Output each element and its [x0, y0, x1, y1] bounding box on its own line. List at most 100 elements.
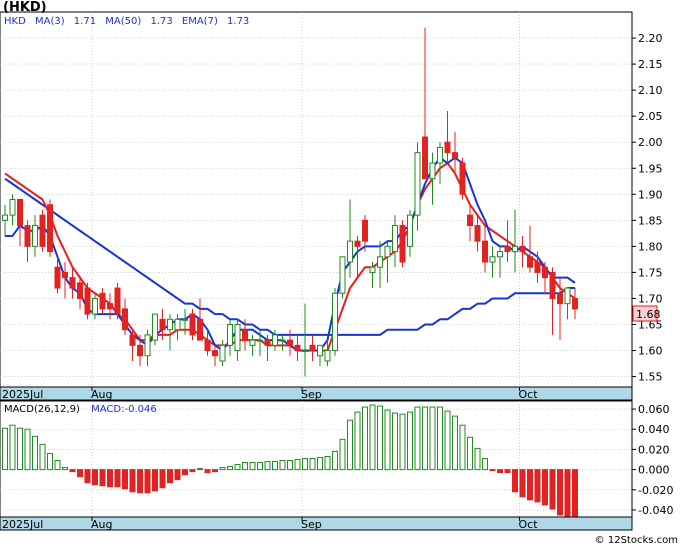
stock-chart: 1.551.601.651.701.751.801.851.901.952.00… [0, 0, 678, 546]
legend-ma50-label: MA(50) [105, 16, 141, 27]
macd-bar-positive [324, 455, 331, 471]
candle-body-up [429, 162, 436, 180]
macd-bar-negative [84, 469, 91, 484]
candle-body-down [459, 162, 466, 195]
candle-body-down [54, 266, 61, 289]
price-tick-label: 1.75 [638, 266, 663, 279]
candle-body-up [234, 324, 241, 352]
legend-ema7-value: 1.73 [227, 16, 249, 27]
price-tick-label: 2.00 [638, 136, 663, 149]
candle-body-down [47, 204, 53, 253]
macd-bar-negative [99, 469, 106, 487]
macd-bar-positive [444, 410, 451, 471]
macd-bar-negative [512, 469, 518, 493]
macd-bar-negative [189, 469, 196, 473]
macd-bar-positive [287, 460, 293, 471]
candle-body-down [212, 350, 218, 357]
candle-body-up [144, 334, 151, 357]
macd-bar-positive [227, 466, 233, 471]
candle-body-down [204, 339, 211, 352]
macd-bar-positive [2, 427, 8, 471]
macd-tick-label: 0.000 [638, 464, 670, 477]
macd-bar-negative [504, 469, 511, 474]
macd-legend: MACD(26,12,9) MACD:-0.046 [4, 404, 157, 415]
macd-bar-positive [392, 412, 398, 471]
macd-bar-negative [527, 469, 533, 501]
macd-bar-positive [354, 411, 361, 471]
credit-text: © 12Stocks.com [595, 535, 678, 546]
candle-body-down [534, 261, 541, 273]
candle-body-down [294, 344, 301, 352]
price-panel [0, 11, 633, 388]
macd-bar-positive [399, 413, 406, 471]
candle-body-up [32, 225, 38, 247]
macd-bar-negative [107, 469, 113, 488]
macd-bar-positive [264, 461, 271, 471]
candle-body-up [182, 318, 188, 321]
macd-bar-positive [62, 467, 68, 471]
candle-body-down [129, 334, 136, 346]
candle-body-up [302, 350, 308, 353]
candle-body-up [152, 313, 158, 341]
candle-body-down [137, 344, 143, 357]
macd-bar-negative [572, 469, 578, 517]
macd-bar-positive [347, 419, 353, 471]
macd-bar-positive [309, 457, 316, 471]
macd-bar-negative [174, 469, 181, 481]
candle-body-up [324, 350, 331, 362]
candle-body-down [572, 297, 578, 310]
candle-body-down [549, 271, 556, 299]
macd-bar-positive [429, 406, 436, 471]
candle-body-up [272, 334, 278, 346]
candle-body-up [497, 251, 503, 258]
candle-body-down [17, 199, 23, 227]
candle-body-up [174, 318, 181, 331]
candle-body-up [219, 344, 226, 362]
macd-bar-positive [219, 467, 226, 471]
macd-bar-negative [534, 469, 541, 503]
price-tick-label: 1.90 [638, 188, 663, 201]
macd-bar-negative [129, 469, 136, 493]
macd-tick-label: 0.020 [638, 443, 670, 456]
macd-bar-negative [152, 469, 158, 492]
macd-bar-positive [459, 424, 466, 471]
macd-bar-negative [564, 469, 571, 517]
price-legend: HKD MA(3) 1.71 MA(50) 1.73 EMA(7) 1.73 [4, 16, 249, 27]
macd-bar-negative [204, 469, 211, 474]
macd-bar-positive [332, 450, 338, 471]
candle-body-up [347, 240, 353, 263]
macd-bar-positive [467, 436, 473, 471]
price-y-axis: 1.551.601.651.701.751.801.851.901.952.00… [632, 32, 663, 384]
macd-bar-negative [542, 469, 548, 506]
candle-body-up [227, 324, 233, 346]
macd-bar-positive [482, 457, 488, 471]
macd-bar-positive [302, 457, 308, 471]
x-tick-label: Oct [519, 518, 539, 531]
candle-body-up [9, 199, 16, 216]
x-tick-label: Aug [91, 518, 112, 531]
candle-body-down [159, 318, 166, 331]
candle-body-down [354, 240, 361, 247]
price-tick-label: 1.60 [638, 345, 663, 358]
candle-body-down [519, 245, 526, 253]
macd-bar-positive [32, 435, 38, 471]
macd-bar-positive [39, 443, 46, 471]
macd-bar-negative [557, 469, 563, 516]
macd-bar-positive [24, 428, 31, 471]
macd-bar-positive [414, 406, 421, 471]
macd-bar-positive [197, 468, 203, 471]
candle-body-up [384, 245, 391, 258]
macd-bar-positive [54, 460, 61, 471]
candle-body-down [39, 214, 46, 247]
legend-ma3-label: MA(3) [35, 16, 65, 27]
macd-tick-label: -0.020 [638, 484, 673, 497]
macd-bar-positive [437, 406, 443, 471]
macd-tick-label: 0.060 [638, 403, 670, 416]
legend-symbol: HKD [4, 16, 26, 27]
candle [39, 209, 46, 252]
x-tick-label: Aug [91, 388, 112, 401]
candle-body-up [279, 339, 286, 342]
candle [114, 282, 121, 320]
candle-body-down [107, 303, 113, 310]
candle-body-down [122, 308, 128, 331]
